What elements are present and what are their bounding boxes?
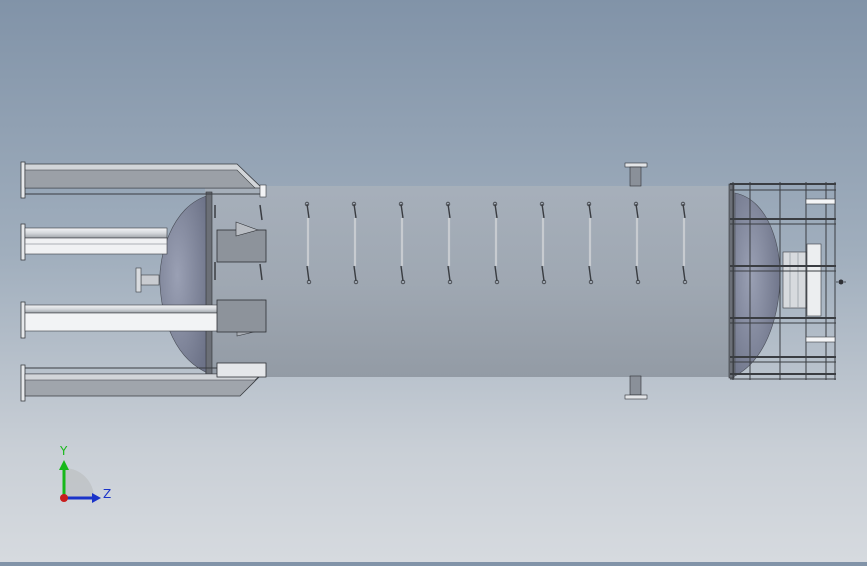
model-view[interactable]: Y Z <box>0 0 867 562</box>
triad-z-label: Z <box>103 487 111 501</box>
graphics-viewport[interactable]: Y Z <box>0 0 867 562</box>
left-flange-plate[interactable] <box>205 191 213 378</box>
triad-quarter-disc <box>64 468 94 498</box>
triad-z-arrowhead <box>92 493 101 503</box>
support-beam-2[interactable] <box>20 223 168 261</box>
left-bracket-box-lower[interactable] <box>216 362 267 378</box>
left-head-nozzle[interactable] <box>135 267 160 293</box>
orientation-triad: Y Z <box>59 444 111 503</box>
right-end-nozzle[interactable] <box>782 243 822 317</box>
triad-y-arrowhead <box>59 460 69 470</box>
triad-origin <box>60 494 68 502</box>
left-vessel-head[interactable] <box>159 194 211 375</box>
triad-y-label: Y <box>59 444 68 458</box>
left-bracket-box-middle[interactable] <box>216 299 267 333</box>
right-vessel-head[interactable] <box>734 192 781 377</box>
top-nozzle[interactable] <box>624 162 648 187</box>
vessel-shell[interactable] <box>205 186 735 377</box>
right-small-fitting[interactable] <box>836 279 848 285</box>
bottom-nozzle[interactable] <box>624 375 648 400</box>
